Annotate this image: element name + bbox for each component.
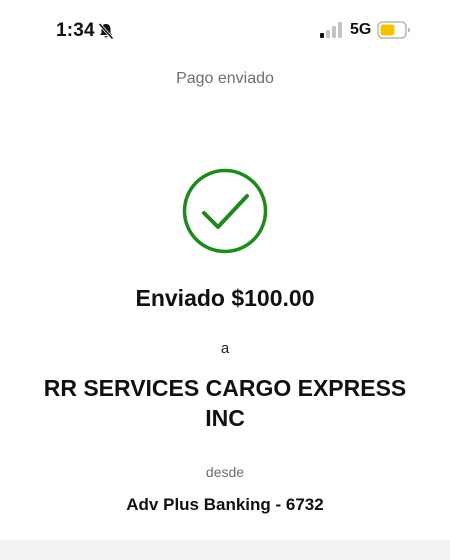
- battery-icon: [377, 21, 410, 39]
- recipient-name: RR SERVICES CARGO EXPRESS INC: [43, 375, 407, 431]
- from-label: desde: [205, 464, 245, 480]
- status-time: 1:34: [56, 20, 95, 41]
- source-account: Adv Plus Banking - 6732: [126, 495, 324, 514]
- bell-slash-icon: [98, 22, 114, 40]
- page-title: Pago enviado: [176, 70, 274, 87]
- success-check-icon: [182, 168, 268, 254]
- bottom-panel: [0, 540, 450, 560]
- sent-amount: Enviado $100.00: [135, 285, 315, 311]
- status-bar: 1:34 5G: [0, 0, 450, 62]
- network-type: 5G: [350, 21, 372, 38]
- to-label: a: [220, 340, 230, 357]
- cell-signal-icon: [320, 22, 342, 38]
